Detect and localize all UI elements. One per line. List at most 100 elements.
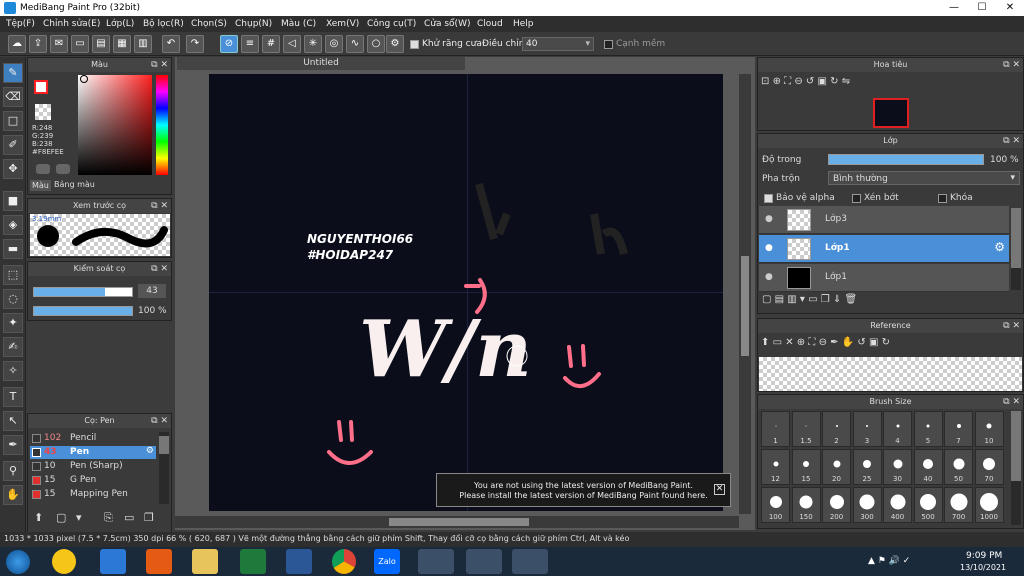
- color-mode-icon[interactable]: [36, 164, 50, 174]
- brush-size-cell[interactable]: 1000: [974, 487, 1004, 523]
- close-button[interactable]: ✕: [996, 0, 1024, 16]
- list-item-selected[interactable]: 43 Pen ⚙: [30, 446, 156, 459]
- excel-icon[interactable]: [240, 549, 266, 574]
- layer-menu-icon[interactable]: ▾: [800, 294, 805, 305]
- upload-icon[interactable]: ⬆: [761, 337, 769, 348]
- snap-concentric-icon[interactable]: ◎: [325, 35, 343, 53]
- menu-filter[interactable]: Bộ lọc(R): [143, 19, 184, 29]
- rotate-left-icon[interactable]: ↺: [857, 337, 865, 348]
- zoom-out-icon[interactable]: ⊖: [794, 76, 802, 87]
- clip-checkbox[interactable]: [852, 194, 861, 203]
- merge-layer-icon[interactable]: ⇓: [833, 294, 841, 305]
- brush-size-cell[interactable]: 100: [761, 487, 790, 523]
- blend-select[interactable]: Bình thường ▾: [828, 171, 1020, 185]
- snap-off-icon[interactable]: ⊘: [220, 35, 238, 53]
- protect-alpha-checkbox[interactable]: [764, 194, 773, 203]
- brush-size-value[interactable]: 43: [138, 284, 166, 298]
- snap-circle-icon[interactable]: ○: [367, 35, 385, 53]
- antialias-checkbox[interactable]: [410, 40, 419, 49]
- pen-tool-icon[interactable]: ✐: [3, 135, 23, 155]
- dropper-icon[interactable]: ⚲: [3, 461, 23, 481]
- zoom-out-icon[interactable]: ⊖: [819, 337, 827, 348]
- menu-help[interactable]: Help: [513, 19, 534, 29]
- brush-size-cell[interactable]: 15: [791, 449, 821, 485]
- copy-brush-icon[interactable]: ⎘: [104, 511, 113, 525]
- panel-close-icon[interactable]: ⧉ ✕: [151, 262, 168, 276]
- brush-size-cell[interactable]: 400: [883, 487, 912, 523]
- brush-menu-icon[interactable]: ▾: [76, 511, 82, 524]
- menu-layer[interactable]: Lớp(L): [106, 19, 134, 29]
- menu-file[interactable]: Tệp(F): [6, 19, 35, 29]
- menu-cloud[interactable]: Cloud: [477, 19, 503, 29]
- brush-size-cell[interactable]: 2: [822, 411, 851, 447]
- brush-list-scrollbar[interactable]: [159, 432, 169, 504]
- brush-size-cell[interactable]: 3: [852, 411, 882, 447]
- hand-tool-icon[interactable]: ✋: [3, 485, 23, 505]
- snap-radial-icon[interactable]: ✳: [304, 35, 322, 53]
- operation-tool-icon[interactable]: ↖: [3, 411, 23, 431]
- foreground-swatch[interactable]: [34, 80, 48, 94]
- brush-size-cell[interactable]: 70: [974, 449, 1004, 485]
- close-icon[interactable]: ✕: [714, 484, 725, 495]
- eraser-tool-icon[interactable]: ⌫: [3, 87, 23, 107]
- move-tool-icon[interactable]: ✥: [3, 159, 23, 179]
- zalo-icon[interactable]: Zalo: [374, 549, 400, 574]
- zoom-fit-icon[interactable]: ⊡: [761, 76, 769, 87]
- color-history-icon[interactable]: [56, 164, 70, 174]
- brush-size-cell[interactable]: 1.5: [791, 411, 821, 447]
- brush-size-cell[interactable]: 10: [974, 411, 1004, 447]
- panel-close-icon[interactable]: ⧉ ✕: [151, 414, 168, 428]
- layer-row[interactable]: ● Lớp3: [759, 206, 1009, 234]
- list-item[interactable]: 15 Mapping Pen: [30, 488, 156, 501]
- panel-close-icon[interactable]: ⧉ ✕: [1003, 319, 1020, 333]
- layout-icon[interactable]: ▥: [134, 35, 152, 53]
- snap-curve-icon[interactable]: ∿: [346, 35, 364, 53]
- actual-size-icon[interactable]: ▣: [869, 337, 878, 348]
- brush-size-slider[interactable]: [33, 287, 133, 297]
- panel-close-icon[interactable]: ⧉ ✕: [151, 199, 168, 213]
- share-icon[interactable]: ⇪: [29, 35, 47, 53]
- gear-icon[interactable]: ⚙: [146, 446, 154, 456]
- fit-window-icon[interactable]: ⛶: [784, 76, 791, 87]
- rotate-right-icon[interactable]: ↻: [830, 76, 838, 87]
- select-tool-icon[interactable]: ⬚: [3, 265, 23, 285]
- brush-size-cell[interactable]: 20: [822, 449, 851, 485]
- text-tool-icon[interactable]: T: [3, 387, 23, 407]
- panel-close-icon[interactable]: ⧉ ✕: [1003, 134, 1020, 148]
- fill-shape-icon[interactable]: ■: [3, 191, 23, 211]
- folder-icon[interactable]: ▭: [124, 511, 134, 524]
- menu-edit[interactable]: Chỉnh sửa(E): [43, 19, 100, 29]
- bucket-tool-icon[interactable]: ◈: [3, 215, 23, 235]
- new-8bit-layer-icon[interactable]: ▥: [787, 294, 796, 305]
- magic-wand-icon[interactable]: ✦: [3, 313, 23, 333]
- layer-row-selected[interactable]: ● Lớp1 ⚙: [759, 235, 1009, 263]
- sharp-edge-checkbox[interactable]: [604, 40, 613, 49]
- brush-size-cell[interactable]: 300: [852, 487, 882, 523]
- rotate-left-icon[interactable]: ↺: [806, 76, 814, 87]
- menu-window[interactable]: Cửa sổ(W): [424, 19, 470, 29]
- app-icon-1[interactable]: [52, 549, 76, 574]
- select-pen-icon[interactable]: ✍: [3, 337, 23, 357]
- list-item[interactable]: 102 Pencil: [30, 432, 156, 445]
- panel-close-icon[interactable]: ⧉ ✕: [151, 58, 168, 72]
- duplicate-layer-icon[interactable]: ❐: [821, 294, 830, 305]
- lock-checkbox[interactable]: [938, 194, 947, 203]
- window-icon[interactable]: [466, 549, 502, 574]
- new-brush-icon[interactable]: ▢: [56, 511, 66, 524]
- rect-tool-icon[interactable]: □: [3, 111, 23, 131]
- brush-size-cell[interactable]: 25: [852, 449, 882, 485]
- layer-opacity-slider[interactable]: [828, 154, 984, 165]
- undo-icon[interactable]: ↶: [162, 35, 180, 53]
- fit-window-icon[interactable]: ⛶: [808, 337, 815, 348]
- select-eraser-icon[interactable]: ✧: [3, 361, 23, 381]
- adjust-select[interactable]: 40 ▾: [522, 37, 594, 51]
- actual-size-icon[interactable]: ▣: [818, 76, 827, 87]
- brush-size-cell[interactable]: 500: [913, 487, 943, 523]
- hand-icon[interactable]: ✋: [842, 337, 854, 348]
- hue-slider[interactable]: [156, 75, 168, 175]
- open-folder-icon[interactable]: ▭: [773, 337, 782, 348]
- zoom-in-icon[interactable]: ⊕: [797, 337, 805, 348]
- grid-icon[interactable]: ▦: [113, 35, 131, 53]
- list-item[interactable]: 10 Pen (Sharp): [30, 460, 156, 473]
- folder-icon[interactable]: [192, 549, 218, 574]
